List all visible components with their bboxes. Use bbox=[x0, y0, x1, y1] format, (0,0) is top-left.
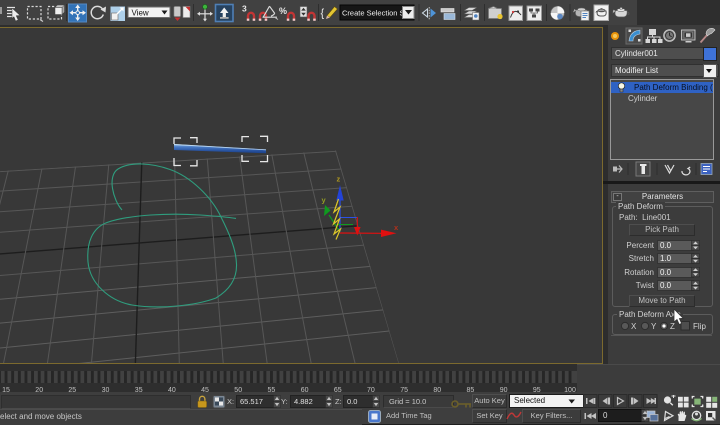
svg-text:%: % bbox=[279, 6, 287, 16]
svg-text:y: y bbox=[322, 196, 327, 205]
svg-text:{: { bbox=[321, 8, 325, 20]
svg-text:x: x bbox=[394, 223, 399, 232]
svg-text:View: View bbox=[132, 8, 149, 17]
svg-text:Flip: Flip bbox=[693, 322, 706, 331]
svg-text:Create Selection Se: Create Selection Se bbox=[342, 9, 409, 18]
svg-text:z: z bbox=[337, 175, 341, 184]
svg-text:3: 3 bbox=[242, 4, 247, 14]
svg-text:X: X bbox=[631, 322, 637, 331]
svg-text:Y: Y bbox=[651, 322, 657, 331]
